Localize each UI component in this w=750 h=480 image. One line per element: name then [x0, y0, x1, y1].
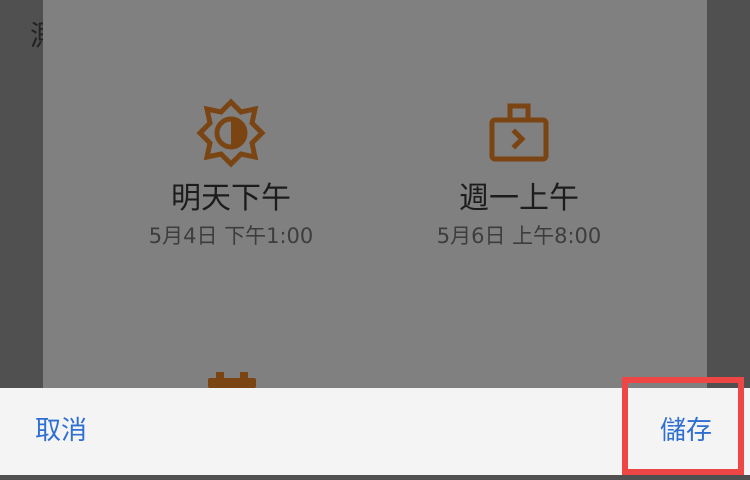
snooze-options-sheet: 明天下午 5月4日 下午1:00 週一上午 5月6日 上午8:00 — [43, 0, 707, 388]
option-pick-date[interactable] — [81, 370, 381, 388]
calendar-icon — [208, 372, 256, 388]
sun-half-icon — [196, 98, 266, 168]
bottom-action-bar: 取消 儲存 — [0, 388, 750, 475]
save-button[interactable]: 儲存 — [660, 388, 712, 475]
option-tomorrow-afternoon[interactable]: 明天下午 5月4日 下午1:00 — [81, 98, 381, 250]
option-subtitle: 5月4日 下午1:00 — [148, 224, 314, 248]
briefcase-icon — [489, 103, 549, 162]
cancel-button[interactable]: 取消 — [35, 388, 87, 475]
option-subtitle: 5月6日 上午8:00 — [436, 224, 602, 248]
option-title: 週一上午 — [459, 181, 579, 216]
option-monday-morning[interactable]: 週一上午 5月6日 上午8:00 — [369, 98, 669, 250]
option-title: 明天下午 — [171, 181, 291, 216]
